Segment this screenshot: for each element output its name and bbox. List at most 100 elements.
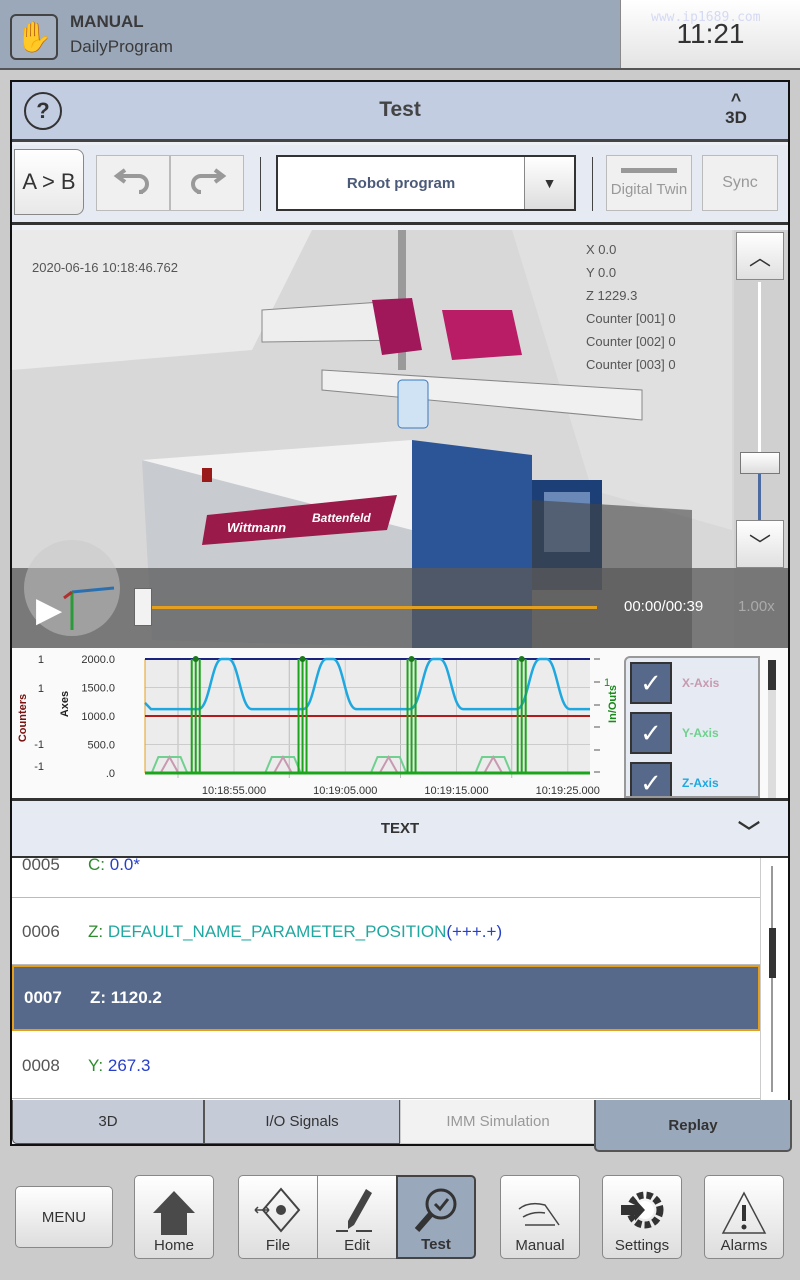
file-button[interactable]: File	[238, 1175, 318, 1259]
io-marker	[518, 656, 525, 662]
io-marker	[408, 656, 415, 662]
settings-button[interactable]: Settings	[602, 1175, 682, 1259]
counter-tick-label: -1	[34, 761, 44, 773]
test-panel: ? Test ^ 3D A > B Robot program ▼ Digital…	[10, 80, 792, 1152]
test-label: Test	[421, 1236, 451, 1253]
hand-icon: ✋	[10, 14, 58, 60]
chevron-down-icon[interactable]: ▼	[524, 157, 574, 209]
slider-handle[interactable]	[740, 452, 780, 474]
io-axis-label: In/Outs	[607, 685, 619, 723]
manual-label: Manual	[515, 1237, 565, 1254]
playback-handle[interactable]	[134, 588, 152, 626]
y-tick-label: 2000.0	[81, 654, 115, 666]
edit-label: Edit	[344, 1237, 370, 1254]
compare-button[interactable]: A > B	[14, 149, 84, 215]
program-name: DailyProgram	[70, 37, 173, 56]
x-tick-label: 10:19:05.000	[313, 785, 377, 797]
line-number: 0008	[22, 1055, 60, 1075]
settings-label: Settings	[614, 1237, 670, 1254]
legend-item[interactable]: ✓ Z-Axis	[626, 758, 758, 796]
io-tick-label: 1	[604, 677, 610, 689]
toolbar: A > B Robot program ▼ Digital Twin Sync	[12, 145, 788, 225]
chevron-up-icon: ^	[730, 90, 742, 110]
list-item[interactable]: 0005 C: 0.0*	[12, 858, 760, 898]
redo-icon	[191, 168, 227, 194]
y-tick-label: 1500.0	[81, 683, 115, 695]
scroll-thumb[interactable]	[768, 660, 776, 690]
line-key: Y:	[88, 1055, 104, 1075]
twin-indicator	[621, 168, 677, 173]
test-button[interactable]: Test	[396, 1175, 476, 1259]
readout-z: Z 1229.3	[586, 288, 638, 303]
chevron-down-icon[interactable]: ﹀	[738, 815, 760, 847]
tab-3d[interactable]: 3D	[12, 1100, 204, 1144]
list-item[interactable]: 0008 Y: 267.3	[12, 1033, 760, 1099]
play-icon[interactable]: ▶	[36, 590, 62, 630]
line-number: 0007	[24, 988, 62, 1007]
legend-item[interactable]: ✓ X-Axis	[626, 658, 758, 708]
y-tick-label: .0	[106, 768, 115, 780]
playback-track[interactable]	[152, 606, 597, 609]
counter-tick-label: 1	[38, 654, 44, 666]
redo-button[interactable]	[170, 155, 244, 211]
text-panel-title: TEXT	[380, 820, 420, 837]
menu-button[interactable]: MENU	[15, 1186, 113, 1248]
tab-imm-simulation[interactable]: IMM Simulation	[400, 1100, 596, 1144]
legend-scrollbar[interactable]	[768, 660, 776, 798]
line-number: 0005	[22, 858, 60, 874]
toggle-3d-button[interactable]: ^ 3D	[712, 90, 760, 127]
brand-battenfeld: Battenfeld	[312, 511, 371, 525]
playback-speed[interactable]: 1.00x	[738, 598, 775, 615]
list-item[interactable]: 0006 Z: DEFAULT_NAME_PARAMETER_POSITION (+…	[12, 899, 760, 965]
list-item-selected[interactable]: 0007 Z: 1120.2	[12, 965, 760, 1031]
readout-counter-3: Counter [003] 0	[586, 357, 676, 372]
alarms-label: Alarms	[720, 1237, 768, 1254]
x-tick-label: 10:19:15.000	[424, 785, 488, 797]
file-icon	[254, 1187, 301, 1233]
readout-counter-2: Counter [002] 0	[586, 334, 676, 349]
line-value: 1120.2	[110, 988, 162, 1007]
undo-button[interactable]	[96, 155, 170, 211]
line-value: 0.0*	[109, 858, 140, 874]
sync-button[interactable]: Sync	[702, 155, 778, 211]
gear-icon	[621, 1191, 664, 1229]
mode-label: MANUAL	[70, 12, 144, 31]
x-tick-label: 10:18:55.000	[202, 785, 266, 797]
checkbox[interactable]: ✓	[630, 662, 672, 704]
program-select-value: Robot program	[346, 174, 456, 192]
divider	[592, 157, 593, 211]
line-key: C:	[88, 858, 105, 874]
alarms-button[interactable]: Alarms	[704, 1175, 784, 1259]
home-label: Home	[153, 1237, 194, 1254]
checkbox[interactable]: ✓	[630, 712, 672, 754]
toggle-3d-label: 3D	[725, 108, 747, 127]
playback-time: 00:00/00:39	[624, 598, 704, 615]
zoom-out-button[interactable]: ﹀	[736, 520, 784, 568]
y-tick-label: 500.0	[87, 740, 115, 752]
checkbox[interactable]: ✓	[630, 762, 672, 796]
list-scrollbar[interactable]	[760, 858, 788, 1100]
3d-view[interactable]: Wittmann Battenfeld 2020-06-16 10:18:46.…	[12, 230, 788, 648]
signal-chart: 10:18:55.000 10:19:05.000 10:19:15.000 10:1…	[12, 648, 788, 798]
legend-label: X-Axis	[682, 676, 720, 690]
legend-item[interactable]: ✓ Y-Axis	[626, 708, 758, 758]
home-button[interactable]: Home	[134, 1175, 214, 1259]
text-panel-header[interactable]: TEXT ﹀	[12, 798, 788, 858]
slider-track	[758, 282, 761, 520]
timestamp: 2020-06-16 10:18:46.762	[32, 260, 179, 275]
warning-icon	[721, 1191, 767, 1234]
manual-button[interactable]: Manual	[500, 1175, 580, 1259]
y-tick-label: 1000.0	[81, 711, 115, 723]
scroll-thumb[interactable]	[769, 928, 776, 978]
position-readouts: X 0.0 Y 0.0 Z 1229.3 Counter [001] 0 Cou…	[586, 238, 676, 376]
tab-replay[interactable]: Replay	[594, 1100, 792, 1152]
tab-io-signals[interactable]: I/O Signals	[204, 1100, 400, 1144]
readout-counter-1: Counter [001] 0	[586, 311, 676, 326]
zoom-in-button[interactable]: ︿	[736, 232, 784, 280]
io-marker	[192, 656, 199, 662]
edit-button[interactable]: Edit	[317, 1175, 397, 1259]
bottom-nav: MENU Home File Edit Test Manual Settings…	[0, 1170, 800, 1270]
program-select[interactable]: Robot program ▼	[276, 155, 576, 211]
digital-twin-button[interactable]: Digital Twin	[606, 155, 692, 211]
readout-y: Y 0.0	[586, 265, 617, 280]
